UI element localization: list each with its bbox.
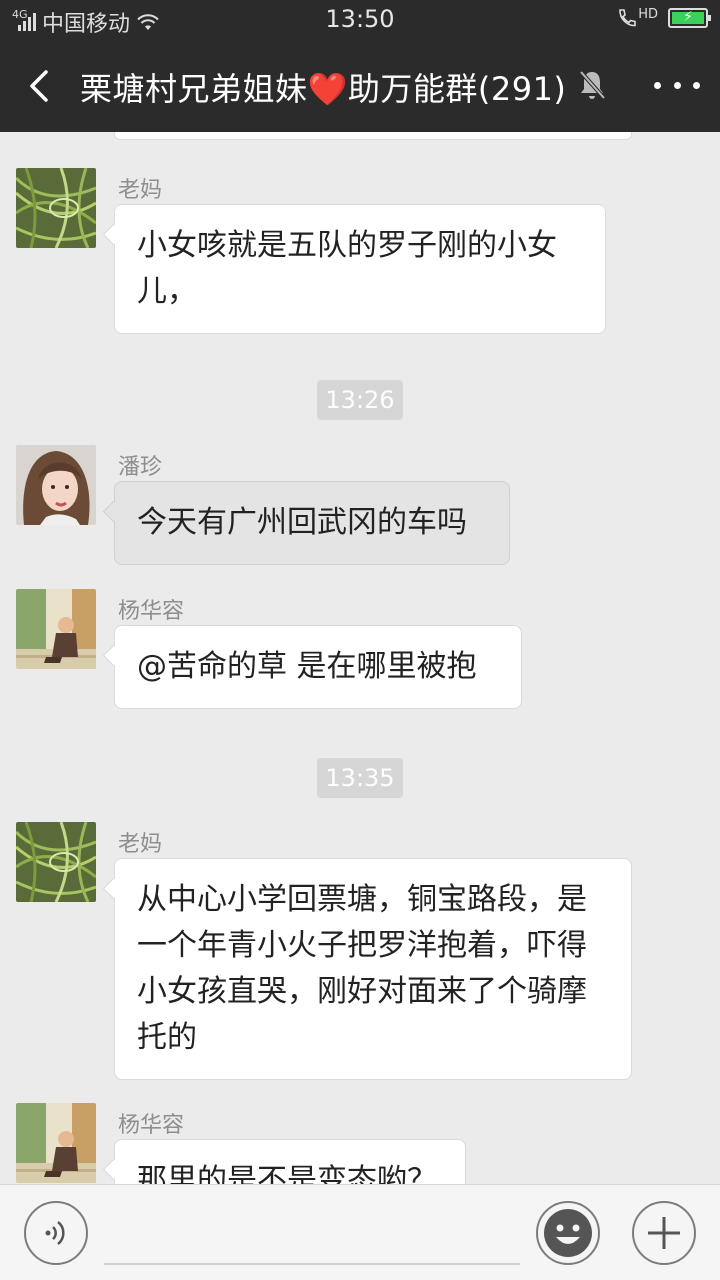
back-button[interactable]	[22, 66, 62, 106]
sender-name: 杨华容	[118, 1113, 185, 1138]
message-bubble[interactable]: 今天有广州回武冈的车吗	[114, 481, 510, 565]
more-dot	[673, 81, 681, 89]
previous-message-bubble	[114, 132, 632, 140]
mute-bell-icon	[579, 70, 606, 100]
message-bubble[interactable]: 那里的是不是变态哟？	[114, 1139, 466, 1184]
message-bubble[interactable]: 小女咳就是五队的罗子刚的小女儿，	[114, 204, 606, 334]
chat-title-suffix: 助万能群(291)	[347, 70, 567, 108]
phone-icon	[619, 9, 637, 27]
message-text-input[interactable]	[104, 1263, 520, 1265]
chat-input-bar	[0, 1184, 720, 1280]
smiley-icon	[544, 1209, 592, 1257]
more-options-button[interactable]	[654, 70, 700, 100]
time-divider: 13:26	[317, 380, 403, 420]
chat-title: 栗塘村兄弟姐妹❤️助万能群(291)	[80, 64, 570, 110]
sender-name: 潘珍	[118, 455, 163, 480]
chat-title-text: 栗塘村兄弟姐妹	[80, 70, 308, 108]
sender-name: 老妈	[118, 178, 163, 203]
hd-call-icon: HD	[616, 7, 658, 29]
woman-portrait-avatar-icon	[16, 445, 96, 525]
emoji-button[interactable]	[536, 1201, 600, 1265]
sender-avatar-laoma[interactable]	[16, 168, 96, 248]
chat-header: 栗塘村兄弟姐妹❤️助万能群(291)	[0, 40, 720, 132]
sender-avatar-laoma[interactable]	[16, 822, 96, 902]
sender-name: 杨华容	[118, 599, 185, 624]
heart-icon: ❤️	[307, 70, 348, 108]
green-vegetables-avatar-icon	[16, 822, 96, 902]
more-dot	[693, 81, 700, 89]
status-time: 13:50	[325, 5, 395, 33]
voice-input-button[interactable]	[24, 1201, 88, 1265]
charging-bolt-icon: ⚡	[683, 9, 693, 25]
status-right: HD ⚡	[616, 7, 711, 29]
status-bar: 4G 中国移动 13:50 HD ⚡	[0, 0, 720, 40]
child-monk-avatar-icon	[16, 1103, 96, 1183]
child-monk-avatar-icon	[16, 589, 96, 669]
more-functions-button[interactable]	[632, 1201, 696, 1265]
more-dot	[654, 81, 661, 89]
sender-avatar-panzhen[interactable]	[16, 445, 96, 525]
message-bubble[interactable]: 从中心小学回票塘，铜宝路段，是一个年青小火子把罗洋抱着，吓得小女孩直哭，刚好对面…	[114, 858, 632, 1080]
time-divider: 13:35	[317, 758, 403, 798]
sender-avatar-yanghuarong[interactable]	[16, 589, 96, 669]
plus-icon	[648, 1217, 680, 1249]
battery-icon: ⚡	[668, 8, 711, 28]
chat-message-list[interactable]: 老妈 小女咳就是五队的罗子刚的小女儿， 13:26 潘珍 今天有广州回武冈的车吗	[0, 132, 720, 1184]
sender-avatar-yanghuarong[interactable]	[16, 1103, 96, 1183]
sender-name: 老妈	[118, 832, 163, 857]
green-vegetables-avatar-icon	[16, 168, 96, 248]
hd-label: HD	[638, 7, 658, 22]
voice-icon	[45, 1221, 65, 1245]
message-bubble[interactable]: @苦命的草 是在哪里被抱	[114, 625, 522, 709]
